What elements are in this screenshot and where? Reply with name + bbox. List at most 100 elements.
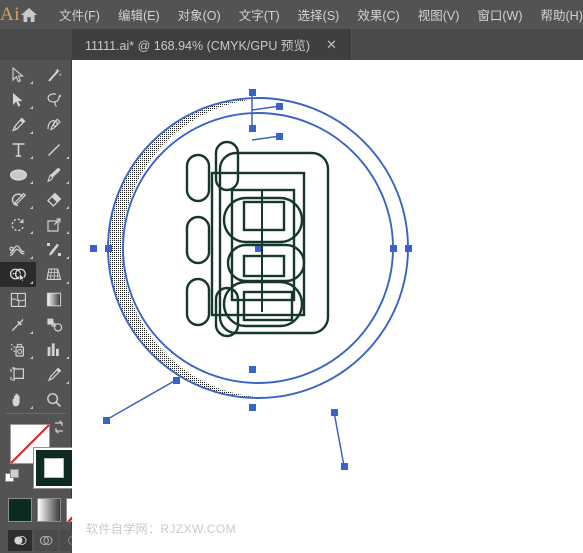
tool-row	[0, 87, 72, 112]
line-segment-tool[interactable]	[36, 137, 72, 162]
anchor-point	[249, 366, 256, 373]
tool-row	[0, 337, 72, 362]
flyout-indicator	[30, 81, 33, 84]
anchor-point	[249, 125, 256, 132]
tool-row	[0, 287, 72, 312]
anchor-point	[249, 404, 256, 411]
tool-row	[0, 162, 72, 187]
anchor-point	[249, 89, 256, 96]
menu-item-effect[interactable]: 效果(C)	[348, 0, 408, 29]
menu-item-type[interactable]: 文字(T)	[230, 0, 289, 29]
menu-item-help[interactable]: 帮助(H)	[532, 0, 583, 29]
width-tool[interactable]	[0, 237, 36, 262]
menu-item-file[interactable]: 文件(F)	[50, 0, 109, 29]
document-tab-title: 11111.ai* @ 168.94% (CMYK/GPU 预览)	[85, 39, 311, 53]
anchor-point	[341, 463, 348, 470]
flyout-indicator	[30, 231, 33, 234]
flyout-indicator	[30, 131, 33, 134]
menu-bar: Ai 文件(F) 编辑(E) 对象(O) 文字(T) 选择(S) 效果(C) 视…	[0, 0, 583, 29]
paintbrush-tool[interactable]	[36, 162, 72, 187]
gradient-tool[interactable]	[36, 287, 72, 312]
symbol-sprayer-tool[interactable]	[0, 337, 36, 362]
direct-selection-tool[interactable]	[0, 87, 36, 112]
flyout-indicator	[30, 256, 33, 259]
shape-builder-tool[interactable]	[0, 262, 36, 287]
app-logo: Ai	[0, 3, 20, 25]
free-transform-tool[interactable]	[36, 237, 72, 262]
artboard-tool[interactable]	[0, 362, 36, 387]
flyout-indicator	[30, 356, 33, 359]
tool-grid	[0, 62, 72, 412]
menu-item-view[interactable]: 视图(V)	[409, 0, 469, 29]
flyout-indicator	[30, 181, 33, 184]
anchor-point	[90, 245, 97, 252]
flyout-indicator	[66, 281, 69, 284]
gradient-mode-button[interactable]	[37, 498, 61, 522]
home-icon[interactable]	[20, 0, 38, 29]
flyout-indicator	[30, 406, 33, 409]
menu-item-window[interactable]: 窗口(W)	[468, 0, 531, 29]
artwork-svg	[72, 60, 583, 553]
tool-row	[0, 212, 72, 237]
anchor-point	[276, 133, 283, 140]
zoom-tool[interactable]	[36, 387, 72, 412]
anchor-point	[173, 377, 180, 384]
flyout-indicator	[66, 381, 69, 384]
tool-row	[0, 262, 72, 287]
stroke-swatch-hole	[44, 458, 64, 478]
magic-wand-tool[interactable]	[36, 62, 72, 87]
tool-row	[0, 387, 72, 412]
menu-item-object[interactable]: 对象(O)	[169, 0, 230, 29]
menu-item-select[interactable]: 选择(S)	[289, 0, 349, 29]
tool-row	[0, 187, 72, 212]
column-graph-tool[interactable]	[36, 337, 72, 362]
flyout-indicator	[30, 156, 33, 159]
flyout-indicator	[66, 356, 69, 359]
mesh-tool[interactable]	[0, 287, 36, 312]
anchor-point	[276, 103, 283, 110]
anchor-point	[331, 409, 338, 416]
scale-tool[interactable]	[36, 212, 72, 237]
pen-tool[interactable]	[0, 112, 36, 137]
document-tab[interactable]: 11111.ai* @ 168.94% (CMYK/GPU 预览) ✕	[72, 29, 350, 60]
anchor-point	[103, 417, 110, 424]
rotate-tool[interactable]	[0, 212, 36, 237]
default-fill-stroke-icon[interactable]	[5, 469, 21, 485]
color-mode-button[interactable]	[8, 498, 32, 522]
eyedropper-tool[interactable]	[0, 312, 36, 337]
menu-item-edit[interactable]: 编辑(E)	[109, 0, 169, 29]
close-icon[interactable]: ✕	[323, 36, 340, 53]
draw-behind-button[interactable]	[34, 530, 58, 551]
curvature-tool[interactable]	[36, 112, 72, 137]
shaper-tool[interactable]	[0, 187, 36, 212]
menu-item-list: 文件(F) 编辑(E) 对象(O) 文字(T) 选择(S) 效果(C) 视图(V…	[50, 0, 583, 29]
ellipse-tool[interactable]	[0, 162, 36, 187]
tool-row	[0, 137, 72, 162]
perspective-grid-tool[interactable]	[36, 262, 72, 287]
swap-fill-stroke-icon[interactable]	[52, 420, 66, 434]
stroke-color-swatch[interactable]	[33, 447, 75, 489]
tool-row	[0, 362, 72, 387]
blend-tool[interactable]	[36, 312, 72, 337]
slice-tool[interactable]	[36, 362, 72, 387]
anchor-point	[390, 245, 397, 252]
watermark-text: 软件自学网：RJZXW.COM	[86, 522, 236, 536]
lasso-tool[interactable]	[36, 87, 72, 112]
eraser-tool[interactable]	[36, 187, 72, 212]
flyout-indicator	[30, 206, 33, 209]
type-tool[interactable]	[0, 137, 36, 162]
flyout-indicator	[30, 106, 33, 109]
document-tab-bar: ◂◂ 11111.ai* @ 168.94% (CMYK/GPU 预览) ✕	[0, 29, 583, 89]
flyout-indicator	[30, 331, 33, 334]
flyout-indicator	[30, 281, 33, 284]
draw-normal-button[interactable]	[8, 530, 32, 551]
flyout-indicator	[66, 206, 69, 209]
color-controls	[0, 416, 90, 551]
hand-tool[interactable]	[0, 387, 36, 412]
selection-tool[interactable]	[0, 62, 36, 87]
toolbar-divider	[6, 413, 66, 414]
artboard-canvas[interactable]: 软件自学网：RJZXW.COM	[72, 60, 583, 553]
illustrator-window: Ai 文件(F) 编辑(E) 对象(O) 文字(T) 选择(S) 效果(C) 视…	[0, 0, 583, 553]
anchor-point	[405, 245, 412, 252]
tool-row	[0, 112, 72, 137]
